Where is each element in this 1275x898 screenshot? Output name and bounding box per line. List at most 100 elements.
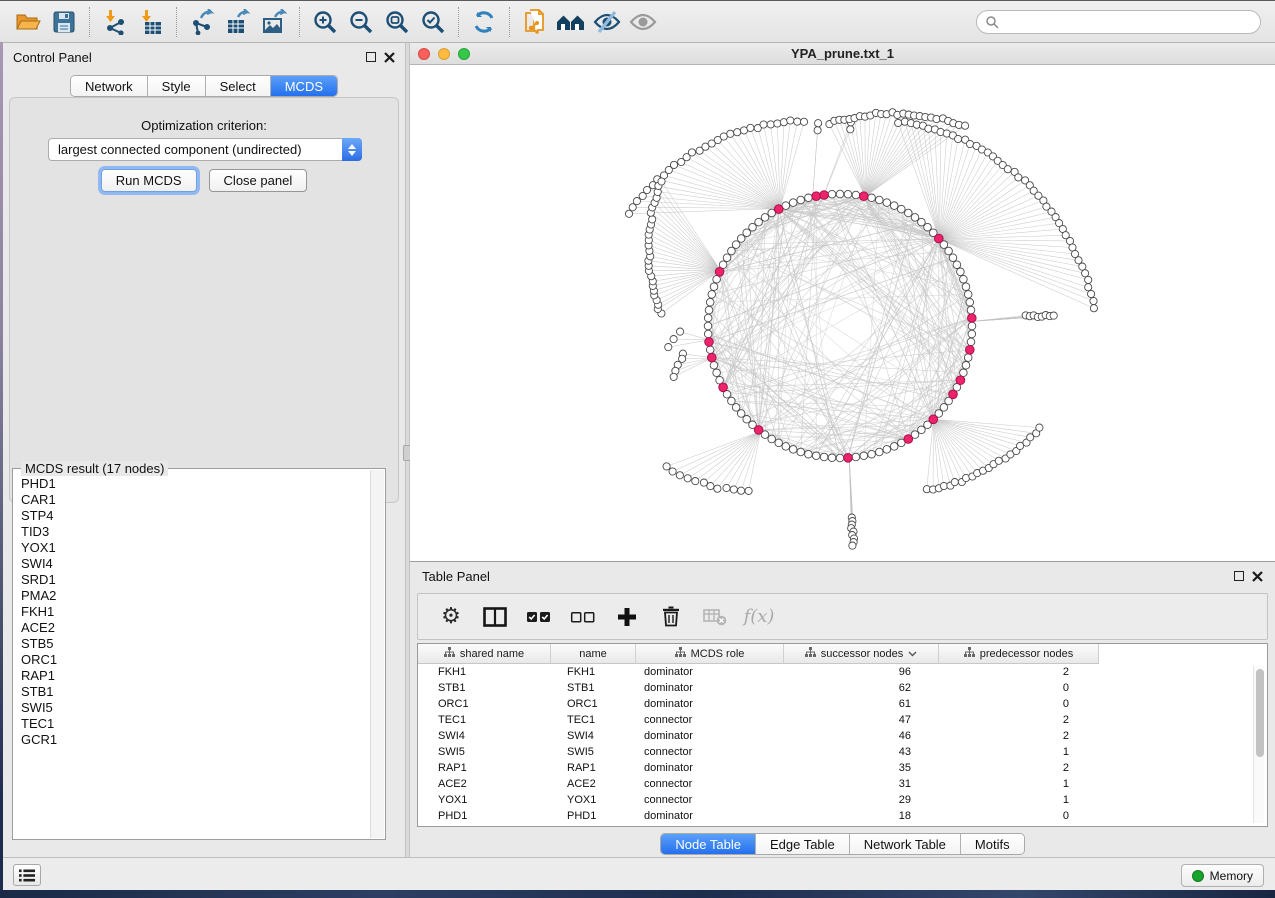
table-row[interactable]: TEC1TEC1connector472	[418, 712, 1267, 728]
mcds-result-list[interactable]: PHD1CAR1STP4TID3YOX1SWI4SRD1PMA2FKH1ACE2…	[14, 470, 370, 838]
table-row[interactable]: ACE2ACE2connector311	[418, 776, 1267, 792]
close-panel-button[interactable]: Close panel	[209, 169, 308, 192]
show-columns-icon[interactable]	[480, 602, 510, 632]
select-all-icon[interactable]	[524, 602, 554, 632]
run-mcds-button[interactable]: Run MCDS	[101, 169, 197, 192]
table-scrollbar[interactable]	[1253, 666, 1264, 823]
table-cell: RAP1	[551, 762, 636, 774]
zoom-out-icon[interactable]	[343, 5, 379, 39]
column-header-successor-nodes[interactable]: successor nodes	[784, 644, 939, 664]
table-cell: 31	[784, 778, 939, 790]
mcds-result-item[interactable]: ORC1	[21, 652, 370, 668]
table-row[interactable]: SWI4SWI4dominator462	[418, 728, 1267, 744]
tab-network-table[interactable]: Network Table	[850, 834, 961, 854]
add-column-icon[interactable]	[612, 602, 642, 632]
node-table: shared namenameMCDS rolesuccessor nodesp…	[417, 643, 1268, 827]
hide-selected-icon[interactable]	[589, 5, 625, 39]
memory-button[interactable]: Memory	[1181, 864, 1264, 887]
table-cell: connector	[636, 746, 784, 758]
table-cell: 2	[939, 730, 1099, 742]
tab-mcds[interactable]: MCDS	[271, 76, 337, 96]
table-cell: FKH1	[551, 666, 636, 678]
search-input[interactable]	[999, 13, 1260, 31]
tab-network[interactable]: Network	[71, 76, 148, 96]
toolbar-separator	[458, 7, 459, 37]
network-view-window: YPA_prune.txt_1	[410, 43, 1275, 562]
import-network-icon[interactable]	[97, 5, 133, 39]
table-cell: connector	[636, 794, 784, 806]
mcds-result-item[interactable]: STB5	[21, 636, 370, 652]
zoom-fit-icon[interactable]	[379, 5, 415, 39]
delete-column-icon[interactable]	[656, 602, 686, 632]
mcds-result-item[interactable]: YOX1	[21, 540, 370, 556]
column-header-predecessor-nodes[interactable]: predecessor nodes	[939, 644, 1099, 664]
close-panel-icon[interactable]	[384, 52, 395, 63]
deselect-all-icon[interactable]	[568, 602, 598, 632]
first-neighbors-icon[interactable]	[553, 5, 589, 39]
mcds-list-scrollbar[interactable]	[370, 470, 384, 838]
mcds-result-item[interactable]: SWI4	[21, 556, 370, 572]
tab-style[interactable]: Style	[148, 76, 206, 96]
network-view-titlebar[interactable]: YPA_prune.txt_1	[410, 43, 1275, 65]
table-cell: SWI4	[418, 730, 551, 742]
column-header-MCDS-role[interactable]: MCDS role	[636, 644, 784, 664]
table-row[interactable]: SWI5SWI5connector431	[418, 744, 1267, 760]
column-header-name[interactable]: name	[551, 644, 636, 664]
mcds-result-item[interactable]: PMA2	[21, 588, 370, 604]
table-row[interactable]: STB1STB1dominator620	[418, 680, 1267, 696]
export-image-icon[interactable]	[256, 5, 292, 39]
import-table-icon[interactable]	[133, 5, 169, 39]
export-network-icon[interactable]	[184, 5, 220, 39]
mcds-result-item[interactable]: TID3	[21, 524, 370, 540]
table-cell: dominator	[636, 810, 784, 822]
close-table-panel-icon[interactable]	[1252, 571, 1263, 582]
table-cell: 2	[939, 666, 1099, 678]
welcome-list-button[interactable]	[13, 864, 41, 886]
mcds-result-item[interactable]: PHD1	[21, 476, 370, 492]
save-session-icon[interactable]	[46, 5, 82, 39]
network-canvas[interactable]	[410, 65, 1275, 561]
apply-layout-icon[interactable]	[466, 5, 502, 39]
tab-select[interactable]: Select	[206, 76, 271, 96]
table-settings-icon[interactable]: ⚙	[436, 602, 466, 632]
table-row[interactable]: PHD1PHD1dominator180	[418, 808, 1267, 824]
zoom-in-icon[interactable]	[307, 5, 343, 39]
control-panel-title: Control Panel	[13, 50, 366, 65]
table-row[interactable]: YOX1YOX1connector291	[418, 792, 1267, 808]
table-row[interactable]: RAP1RAP1dominator352	[418, 760, 1267, 776]
desktop-wallpaper-bottom	[0, 890, 1275, 898]
table-cell: connector	[636, 714, 784, 726]
table-row[interactable]: ORC1ORC1dominator610	[418, 696, 1267, 712]
mcds-result-item[interactable]: GCR1	[21, 732, 370, 748]
table-cell: SWI5	[418, 746, 551, 758]
table-body: FKH1FKH1dominator962STB1STB1dominator620…	[418, 664, 1267, 824]
show-all-icon[interactable]	[625, 5, 661, 39]
table-row[interactable]: FKH1FKH1dominator962	[418, 664, 1267, 680]
mcds-result-item[interactable]: STP4	[21, 508, 370, 524]
table-cell: 18	[784, 810, 939, 822]
float-table-panel-icon[interactable]	[1234, 571, 1244, 581]
search-field[interactable]	[976, 10, 1261, 34]
mcds-result-item[interactable]: RAP1	[21, 668, 370, 684]
export-table-icon[interactable]	[220, 5, 256, 39]
column-header-shared-name[interactable]: shared name	[418, 644, 551, 664]
mcds-result-item[interactable]: SRD1	[21, 572, 370, 588]
zoom-selected-icon[interactable]	[415, 5, 451, 39]
sitemap-icon	[444, 647, 455, 660]
clone-network-icon[interactable]	[517, 5, 553, 39]
tab-edge-table[interactable]: Edge Table	[756, 834, 850, 854]
mcds-result-item[interactable]: STB1	[21, 684, 370, 700]
table-cell: YOX1	[418, 794, 551, 806]
mcds-result-item[interactable]: TEC1	[21, 716, 370, 732]
mcds-result-item[interactable]: SWI5	[21, 700, 370, 716]
float-panel-icon[interactable]	[366, 52, 376, 62]
mcds-result-item[interactable]: CAR1	[21, 492, 370, 508]
desktop-wallpaper-edge	[0, 42, 3, 890]
tab-motifs[interactable]: Motifs	[961, 834, 1024, 854]
open-session-icon[interactable]	[10, 5, 46, 39]
tab-node-table[interactable]: Node Table	[661, 834, 756, 854]
optimization-criterion-select[interactable]: largest connected component (undirected)	[48, 138, 362, 161]
mcds-result-item[interactable]: ACE2	[21, 620, 370, 636]
table-scrollbar-thumb[interactable]	[1256, 669, 1264, 757]
mcds-result-item[interactable]: FKH1	[21, 604, 370, 620]
